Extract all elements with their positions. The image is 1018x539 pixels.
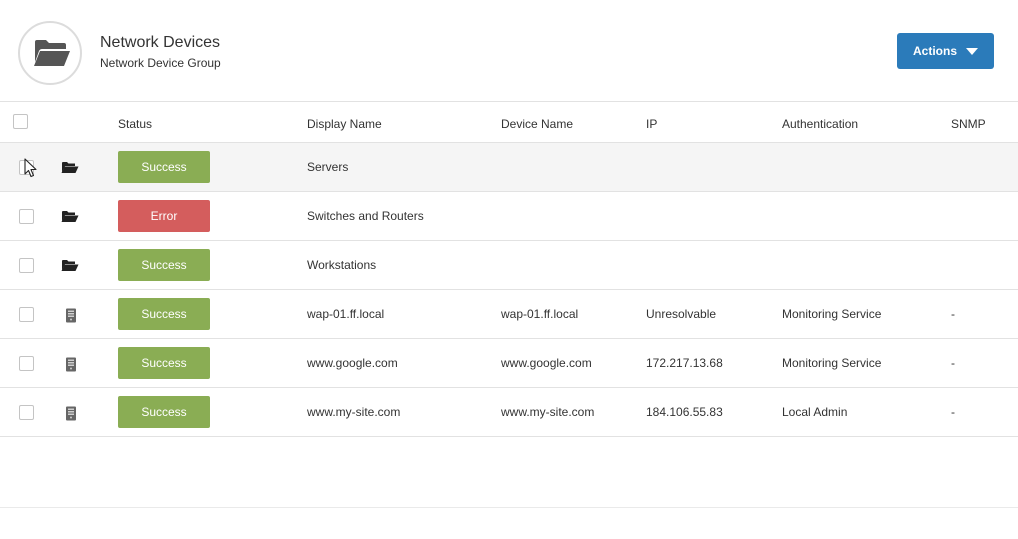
snmp-cell: - xyxy=(951,307,955,321)
column-header-device-name[interactable]: Device Name xyxy=(501,117,573,131)
row-checkbox[interactable] xyxy=(19,258,34,273)
column-header-snmp[interactable]: SNMP xyxy=(951,117,986,131)
column-header-status[interactable]: Status xyxy=(118,117,152,131)
row-checkbox[interactable] xyxy=(19,209,34,224)
table-row[interactable]: Success wap-01.ff.local wap-01.ff.local Unr… xyxy=(0,290,1018,339)
device-name-cell: wap-01.ff.local xyxy=(501,307,579,321)
row-checkbox[interactable] xyxy=(19,405,34,420)
group-avatar xyxy=(18,21,82,85)
table-row[interactable]: Error Switches and Routers xyxy=(0,192,1018,241)
status-badge[interactable]: Success xyxy=(118,396,210,428)
status-badge[interactable]: Error xyxy=(118,200,210,232)
folder-icon xyxy=(61,210,79,228)
status-badge[interactable]: Success xyxy=(118,151,210,183)
display-name-cell[interactable]: Workstations xyxy=(307,258,376,272)
device-name-cell: www.google.com xyxy=(501,356,592,370)
row-checkbox[interactable] xyxy=(19,307,34,322)
display-name-cell[interactable]: Servers xyxy=(307,160,348,174)
column-header-authentication[interactable]: Authentication xyxy=(782,117,858,131)
divider xyxy=(0,507,1018,508)
column-header-ip[interactable]: IP xyxy=(646,117,657,131)
folder-icon xyxy=(61,259,79,277)
page-title: Network Devices xyxy=(100,34,221,51)
actions-label: Actions xyxy=(912,44,957,58)
ip-cell: 172.217.13.68 xyxy=(646,356,723,370)
device-icon xyxy=(61,406,77,426)
snmp-cell: - xyxy=(951,356,955,370)
table-header: Status Display Name Device Name IP Authe… xyxy=(0,102,1018,143)
display-name-cell[interactable]: www.my-site.com xyxy=(307,405,400,419)
page: Network Devices Network Device Group Act… xyxy=(0,0,1018,539)
actions-button[interactable]: Actions xyxy=(897,33,994,69)
device-icon xyxy=(61,357,77,377)
select-all-checkbox[interactable] xyxy=(13,114,28,129)
device-name-cell: www.my-site.com xyxy=(501,405,595,419)
display-name-cell[interactable]: Switches and Routers xyxy=(307,209,424,223)
mouse-cursor-icon xyxy=(24,158,37,178)
authentication-cell: Local Admin xyxy=(782,405,848,419)
table-row[interactable]: Success www.google.com www.google.com 172.2… xyxy=(0,339,1018,388)
page-subtitle: Network Device Group xyxy=(100,56,221,70)
display-name-cell[interactable]: www.google.com xyxy=(307,356,398,370)
status-badge[interactable]: Success xyxy=(118,347,210,379)
authentication-cell: Monitoring Service xyxy=(782,307,882,321)
row-checkbox[interactable] xyxy=(19,356,34,371)
column-header-display-name[interactable]: Display Name xyxy=(307,117,382,131)
ip-cell: 184.106.55.83 xyxy=(646,405,723,419)
snmp-cell: - xyxy=(951,405,955,419)
ip-cell: Unresolvable xyxy=(646,307,717,321)
folder-icon xyxy=(61,161,79,179)
device-icon xyxy=(61,308,77,328)
table-row[interactable]: Success Servers xyxy=(0,143,1018,192)
caret-down-icon xyxy=(966,47,978,55)
display-name-cell[interactable]: wap-01.ff.local xyxy=(307,307,384,321)
status-badge[interactable]: Success xyxy=(118,249,210,281)
folder-open-icon xyxy=(34,40,70,66)
status-badge[interactable]: Success xyxy=(118,298,210,330)
table-row[interactable]: Success www.my-site.com www.my-site.com 184… xyxy=(0,388,1018,437)
table-row[interactable]: Success Workstations xyxy=(0,241,1018,290)
authentication-cell: Monitoring Service xyxy=(782,356,882,370)
page-header: Network Devices Network Device Group Act… xyxy=(0,0,1018,102)
